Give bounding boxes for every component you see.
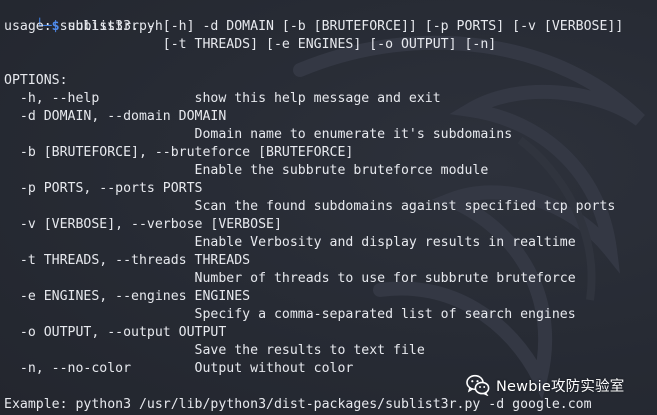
watermark-text: Newbie攻防实验室 (496, 378, 625, 395)
output-line: Enable Verbosity and display results in … (4, 235, 576, 250)
output-line: -h, --help show this help message and ex… (4, 91, 441, 106)
output-line: OPTIONS: (4, 73, 68, 88)
output-line: -p PORTS, --ports PORTS (4, 181, 203, 196)
output-line: Domain name to enumerate it's subdomains (4, 127, 513, 142)
output-line: -t THREADS, --threads THREADS (4, 253, 251, 268)
output-line: -e ENGINES, --engines ENGINES (4, 289, 251, 304)
output-line: Specify a comma-separated list of search… (4, 307, 576, 322)
output-line: Scan the found subdomains against specif… (4, 199, 616, 214)
output-line: usage: sublist3r.py [-h] -d DOMAIN [-b [… (4, 19, 624, 34)
terminal-window[interactable]: └─$ sublist3r -h usage: sublist3r.py [-h… (0, 0, 657, 415)
output-line: -b [BRUTEFORCE], --bruteforce [BRUTEFORC… (4, 145, 354, 160)
output-line: -n, --no-color Output without color (4, 361, 354, 376)
output-line: Save the results to text file (4, 343, 425, 358)
output-line: Enable the subbrute bruteforce module (4, 163, 489, 178)
output-line: Number of threads to use for subbrute br… (4, 271, 576, 286)
output-line: [-t THREADS] [-e ENGINES] [-o OUTPUT] [-… (4, 37, 497, 52)
wechat-icon (466, 374, 490, 396)
output-line: -v [VERBOSE], --verbose [VERBOSE] (4, 217, 282, 232)
output-line: -o OUTPUT, --output OUTPUT (4, 325, 227, 340)
output-line: -d DOMAIN, --domain DOMAIN (4, 109, 227, 124)
prompt-line: └─$ sublist3r -h (4, 0, 163, 34)
watermark: Newbie攻防实验室 (466, 371, 624, 399)
